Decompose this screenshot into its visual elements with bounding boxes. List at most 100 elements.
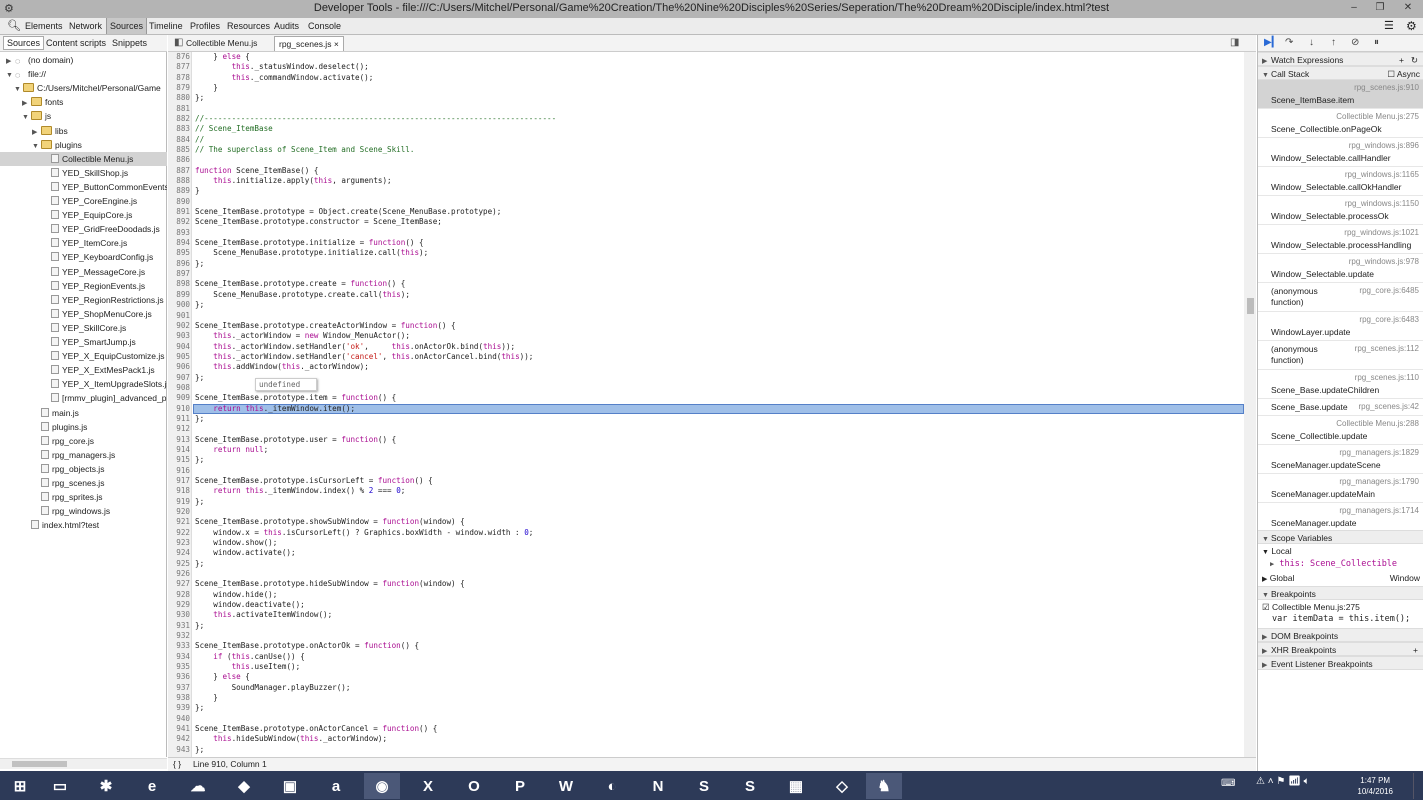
file-explorer-icon[interactable]: ▭ — [42, 773, 78, 799]
tree-file[interactable]: rpg_scenes.js — [0, 476, 104, 490]
line-number[interactable]: 920 — [168, 507, 190, 517]
call-stack-frame[interactable]: rpg_core.js:6485 (anonymous function) — [1258, 283, 1423, 312]
tree-file[interactable]: YEP_SkillCore.js — [0, 321, 126, 335]
line-number[interactable]: 886 — [168, 155, 190, 165]
code-line[interactable]: this._actorWindow.setHandler('cancel', t… — [195, 352, 533, 362]
line-number[interactable]: 881 — [168, 104, 190, 114]
call-stack-header[interactable]: ▼ Call Stack ☐ Async — [1258, 66, 1423, 80]
line-number[interactable]: 885 — [168, 145, 190, 155]
outlook-icon[interactable]: O — [456, 773, 492, 799]
onedrive-icon[interactable]: ☁ — [180, 773, 216, 799]
line-number[interactable]: 901 — [168, 311, 190, 321]
tab-timeline[interactable]: Timeline — [146, 18, 186, 34]
code-line[interactable]: Scene_ItemBase.prototype.createActorWind… — [195, 321, 456, 331]
code-line[interactable]: } — [195, 83, 218, 93]
code-line[interactable]: window.hide(); — [195, 590, 277, 600]
line-number[interactable]: 928 — [168, 590, 190, 600]
tab-profiles[interactable]: Profiles — [187, 18, 223, 34]
show-drawer-icon[interactable]: ☰ — [1381, 18, 1397, 34]
settings-gear-icon[interactable]: ⚙ — [1403, 18, 1420, 34]
tree-file[interactable]: main.js — [0, 406, 79, 420]
excel-icon[interactable]: X — [410, 773, 446, 799]
add-watch-icon[interactable]: + — [1399, 53, 1404, 67]
show-desktop-button[interactable] — [1413, 773, 1419, 799]
dropbox-icon[interactable]: ◆ — [226, 773, 262, 799]
async-checkbox[interactable]: ☐ — [1387, 69, 1395, 79]
tree-file[interactable]: rpg_managers.js — [0, 448, 115, 462]
inspect-icon[interactable]: 🔍︎ — [4, 18, 24, 34]
code-line[interactable]: window.x = this.isCursorLeft() ? Graphic… — [195, 528, 533, 538]
tree-file[interactable]: YEP_ItemCore.js — [0, 236, 127, 250]
line-number[interactable]: 939 — [168, 703, 190, 713]
code-line[interactable]: }; — [195, 621, 204, 631]
rpg-maker-game-icon[interactable]: ♞ — [866, 773, 902, 799]
line-number[interactable]: 876 — [168, 52, 190, 62]
tree-folder[interactable]: ▶ fonts — [0, 95, 63, 109]
code-line[interactable]: }; — [195, 703, 204, 713]
close-window-button[interactable]: ✕ — [1394, 0, 1422, 18]
line-number[interactable]: 911 — [168, 414, 190, 424]
tree-file[interactable]: plugins.js — [0, 420, 87, 434]
call-stack-frame[interactable]: rpg_windows.js:1021 Window_Selectable.pro… — [1258, 225, 1423, 254]
tree-file[interactable]: YEP_RegionRestrictions.js — [0, 293, 164, 307]
line-number[interactable]: 912 — [168, 424, 190, 434]
line-number[interactable]: 926 — [168, 569, 190, 579]
line-number[interactable]: 915 — [168, 455, 190, 465]
line-number[interactable]: 929 — [168, 600, 190, 610]
code-line[interactable]: return this._itemWindow.index() % 2 === … — [195, 486, 405, 496]
deactivate-breakpoints-icon[interactable]: ⊘ — [1351, 37, 1359, 48]
line-number[interactable]: 942 — [168, 734, 190, 744]
code-line[interactable]: } — [195, 693, 218, 703]
tab-resources[interactable]: Resources — [224, 18, 273, 34]
line-number[interactable]: 927 — [168, 579, 190, 589]
breakpoints-header[interactable]: ▼ Breakpoints — [1258, 586, 1423, 600]
line-number[interactable]: 888 — [168, 176, 190, 186]
call-stack-frame[interactable]: rpg_scenes.js:42 Scene_Base.update — [1258, 399, 1423, 416]
tree-file[interactable]: index.html?test — [0, 518, 99, 532]
line-number[interactable]: 882 — [168, 114, 190, 124]
code-line[interactable]: this._actorWindow.setHandler('ok', this.… — [195, 342, 515, 352]
word-icon[interactable]: W — [548, 773, 584, 799]
start-button-icon[interactable]: ⊞ — [2, 773, 38, 799]
line-number[interactable]: 893 — [168, 228, 190, 238]
line-number[interactable]: 936 — [168, 672, 190, 682]
tree-file[interactable]: YEP_MessageCore.js — [0, 265, 145, 279]
call-stack-frame[interactable]: rpg_managers.js:1714 SceneManager.update — [1258, 503, 1423, 532]
tab-collectible-menu[interactable]: Collectible Menu.js — [182, 36, 261, 51]
code-line[interactable]: //--------------------------------------… — [195, 114, 556, 124]
code-line[interactable]: // The superclass of Scene_Item and Scen… — [195, 145, 414, 155]
line-number[interactable]: 938 — [168, 693, 190, 703]
line-number[interactable]: 923 — [168, 538, 190, 548]
line-number[interactable]: 908 — [168, 383, 190, 393]
code-line[interactable]: Scene_ItemBase.prototype.initialize = fu… — [195, 238, 424, 248]
tab-elements[interactable]: Elements — [22, 18, 66, 34]
code-line[interactable]: }; — [195, 300, 204, 310]
call-stack-frame[interactable]: rpg_managers.js:1829 SceneManager.updateS… — [1258, 445, 1423, 474]
tab-content-scripts[interactable]: Content scripts — [43, 37, 109, 49]
dom-breakpoints-header[interactable]: ▶ DOM Breakpoints — [1258, 628, 1423, 642]
call-stack-frame[interactable]: rpg_managers.js:1790 SceneManager.updateM… — [1258, 474, 1423, 503]
code-line[interactable]: }; — [195, 497, 204, 507]
store-icon[interactable]: ▣ — [272, 773, 308, 799]
breakpoint-checkbox[interactable]: ☑ — [1262, 602, 1270, 612]
tree-folder[interactable]: ▼ js — [0, 109, 51, 123]
call-stack-frame[interactable]: rpg_core.js:6483 WindowLayer.update — [1258, 312, 1423, 341]
app-icon-2[interactable]: ▦ — [778, 773, 814, 799]
line-number[interactable]: 880 — [168, 93, 190, 103]
code-line[interactable]: Scene_ItemBase.prototype.create = functi… — [195, 279, 405, 289]
call-stack-frame[interactable]: rpg_windows.js:1165 Window_Selectable.cal… — [1258, 167, 1423, 196]
code-line[interactable]: this._commandWindow.activate(); — [195, 73, 374, 83]
app-icon-1[interactable]: ✱ — [88, 773, 124, 799]
code-line[interactable]: this.useItem(); — [195, 662, 301, 672]
line-number[interactable]: 943 — [168, 745, 190, 755]
code-line[interactable]: }; — [195, 93, 204, 103]
tab-sources[interactable]: Sources — [106, 18, 148, 34]
async-toggle[interactable]: ☐ Async — [1387, 67, 1420, 81]
tab-network[interactable]: Network — [66, 18, 105, 34]
line-number[interactable]: 906 — [168, 362, 190, 372]
line-number[interactable]: 925 — [168, 559, 190, 569]
resume-icon[interactable]: ▶▎ — [1264, 37, 1279, 48]
call-stack-frame[interactable]: Collectible Menu.js:275 Scene_Collectible… — [1258, 109, 1423, 138]
scope-local[interactable]: ▼ Local — [1262, 546, 1292, 556]
tab-snippets[interactable]: Snippets — [109, 37, 150, 49]
